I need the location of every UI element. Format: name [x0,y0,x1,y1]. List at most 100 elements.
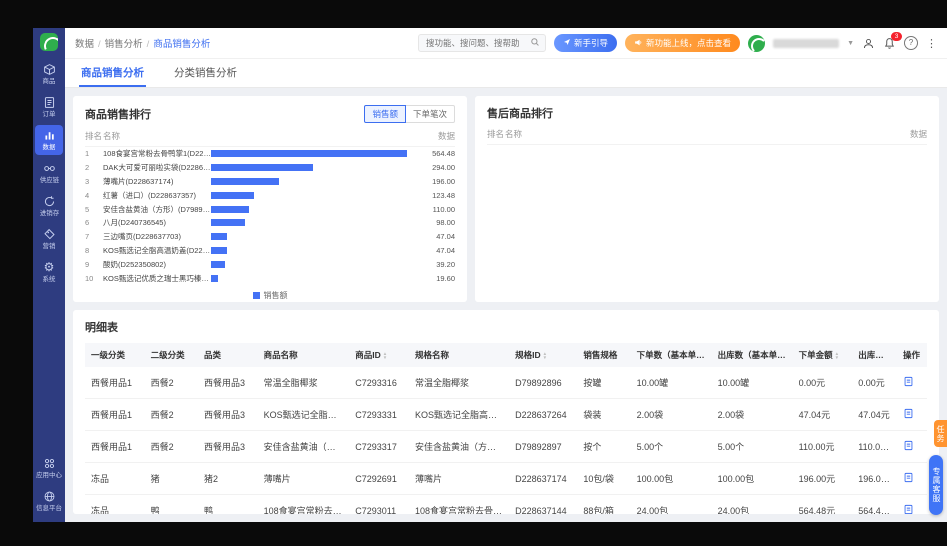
breadcrumb: 数据/销售分析/商品销售分析 [75,36,210,50]
view-detail-icon[interactable] [903,376,914,387]
toggle-order-count[interactable]: 下单笔次 [406,105,455,123]
sidebar-item-label: 系统 [43,276,56,283]
col-header: 操作 [897,343,927,367]
rank-bar-chart: 1108食宴宫常粉去骨鸭掌1(D228637144)564.48 2DAK大可爱… [85,147,455,285]
search-icon[interactable] [530,34,540,52]
rank-table-header: 排名 名称 数据 [85,123,455,147]
bar [211,150,407,157]
notification-bell-icon[interactable]: 3 [883,37,896,50]
rank-row[interactable]: 10KOS甄选记优质之瑞士黑巧榛子碎(D228634296)19.60 [85,271,455,285]
task-float-button[interactable]: 任务 [934,420,947,447]
panel-title: 商品销售排行 [85,106,151,122]
tab-product-sales-analysis[interactable]: 商品销售分析 [79,59,146,87]
marketing-icon [43,228,56,241]
col-header-sortable[interactable]: 下单数（基本单位）▲▼ [631,343,712,367]
col-header-sortable[interactable]: 商品ID▲▼ [349,343,409,367]
rank-row[interactable]: 2DAK大可爱可丽啦实袋(D228633851)294.00 [85,161,455,175]
rank-row[interactable]: 8KOS甄选记全脂高温奶盖(D228637264)47.04 [85,244,455,258]
supply-chain-icon [43,162,56,175]
sidebar-item-system[interactable]: ⚙ 系统 [35,257,63,287]
detail-table-panel: 明细表 一级分类 二级分类 品类 商品名称 商 [73,310,939,514]
view-detail-icon[interactable] [903,472,914,483]
col-header: 销售规格 [577,343,630,367]
col-header: 品类 [198,343,258,367]
product-sales-ranking-panel: 商品销售排行 销售额 下单笔次 排名 名称 数据 1108食宴宫常粉去骨鸭掌1(… [73,96,467,302]
empty-rank-body [487,145,927,293]
sidebar-item-data[interactable]: 数据 [35,125,63,155]
table-row: 冻品猪猪2薄嘴片C7292691薄嘴片D22863717410包/袋100.00… [85,463,927,495]
notification-badge: 3 [891,32,902,41]
more-icon[interactable]: ⋮ [926,37,937,50]
sidebar-item-info-platform[interactable]: 信息平台 [35,486,63,516]
rank-row[interactable]: 4红薯（进口）(D228637357)123.48 [85,188,455,202]
sort-icon[interactable]: ▲▼ [383,352,387,360]
customer-service-float-button[interactable]: 专属客服 [929,455,943,515]
sidebar-item-goods[interactable]: 商品 [35,59,63,89]
chart-legend[interactable]: 销售额 [85,285,455,301]
system-icon: ⚙ [44,261,55,274]
sidebar-item-label: 进销存 [39,210,58,217]
sidebar-item-label: 数据 [43,144,56,151]
rank-row[interactable]: 6八月(D240736545)98.00 [85,216,455,230]
promo-button[interactable]: 新功能上线，点击查看 [625,34,740,52]
orders-icon [43,96,56,109]
rank-row[interactable]: 5安佳含盐黄油（方形）(D79892897)110.00 [85,202,455,216]
sort-icon[interactable]: ▲▼ [894,352,897,360]
legend-marker [253,292,260,299]
sidebar-item-marketing[interactable]: 营销 [35,224,63,254]
col-header: 规格名称 [409,343,509,367]
sidebar: 商品 订单 数据 供应链 进销存 [33,28,65,522]
detail-table: 一级分类 二级分类 品类 商品名称 商品ID▲▼ 规格名称 规格ID▲▼ 销售规… [85,343,927,514]
table-row: 西餐用品1西餐2西餐用品3KOS甄选记全脂高温奶盖奶茶C7293331KOS甄选… [85,399,927,431]
data-icon [43,129,56,142]
sidebar-item-label: 应用中心 [36,472,62,479]
content-area: 商品销售排行 销售额 下单笔次 排名 名称 数据 1108食宴宫常粉去骨鸭掌1(… [65,88,947,522]
table-row: 西餐用品1西餐2西餐用品3安佳含盐黄油（方形）C7293317安佳含盐黄油（方形… [85,431,927,463]
sidebar-item-supply-chain[interactable]: 供应链 [35,158,63,188]
toggle-sales-amount[interactable]: 销售额 [364,105,406,123]
sidebar-item-app-center[interactable]: 应用中心 [35,453,63,483]
col-header-sortable[interactable]: 出库金额▲▼ [852,343,897,367]
rank-table-header: 排名 名称 数据 [487,121,927,145]
bar [211,247,227,254]
view-detail-icon[interactable] [903,504,914,514]
help-icon[interactable]: ? [904,36,918,50]
search-input[interactable] [424,37,530,49]
contact-service-icon[interactable] [862,37,875,50]
guide-button[interactable]: 新手引导 [554,34,617,52]
sidebar-item-label: 信息平台 [36,505,62,512]
panel-title: 售后商品排行 [487,105,553,121]
chevron-down-icon[interactable]: ▼ [847,40,854,47]
bar [211,233,227,240]
sidebar-item-orders[interactable]: 订单 [35,92,63,122]
sidebar-item-label: 营销 [43,243,56,250]
rank-row[interactable]: 1108食宴宫常粉去骨鸭掌1(D228637144)564.48 [85,147,455,161]
sidebar-item-inventory[interactable]: 进销存 [35,191,63,221]
avatar[interactable] [748,35,765,52]
info-platform-icon [43,490,56,503]
view-detail-icon[interactable] [903,440,914,451]
rank-row[interactable]: 7三边嘴页(D228637703)47.04 [85,230,455,244]
breadcrumb-item[interactable]: 数据 [75,39,94,50]
bar [211,219,245,226]
sort-icon[interactable]: ▲▼ [835,352,839,360]
inventory-icon [43,195,56,208]
app-window: 商品 订单 数据 供应链 进销存 [33,28,947,522]
detail-table-title: 明细表 [85,319,927,335]
col-header-sortable[interactable]: 下单金额▲▼ [793,343,853,367]
rank-row[interactable]: 3薄嘴片(D228637174)196.00 [85,175,455,189]
col-header-sortable[interactable]: 出库数（基本单位）▲▼ [712,343,793,367]
breadcrumb-current: 商品销售分析 [153,39,210,50]
global-search[interactable] [418,34,546,52]
col-header: 商品名称 [258,343,350,367]
bar [211,178,279,185]
sort-icon[interactable]: ▲▼ [543,352,547,360]
app-logo[interactable] [40,33,58,51]
topbar: 数据/销售分析/商品销售分析 新手引导 [65,28,947,59]
view-detail-icon[interactable] [903,408,914,419]
after-sale-ranking-panel: 售后商品排行 排名 名称 数据 [475,96,939,302]
tab-category-sales-analysis[interactable]: 分类销售分析 [172,59,239,87]
breadcrumb-item[interactable]: 销售分析 [105,39,143,50]
rank-row[interactable]: 9酸奶(D252350802)39.20 [85,257,455,271]
col-header-sortable[interactable]: 规格ID▲▼ [509,343,577,367]
